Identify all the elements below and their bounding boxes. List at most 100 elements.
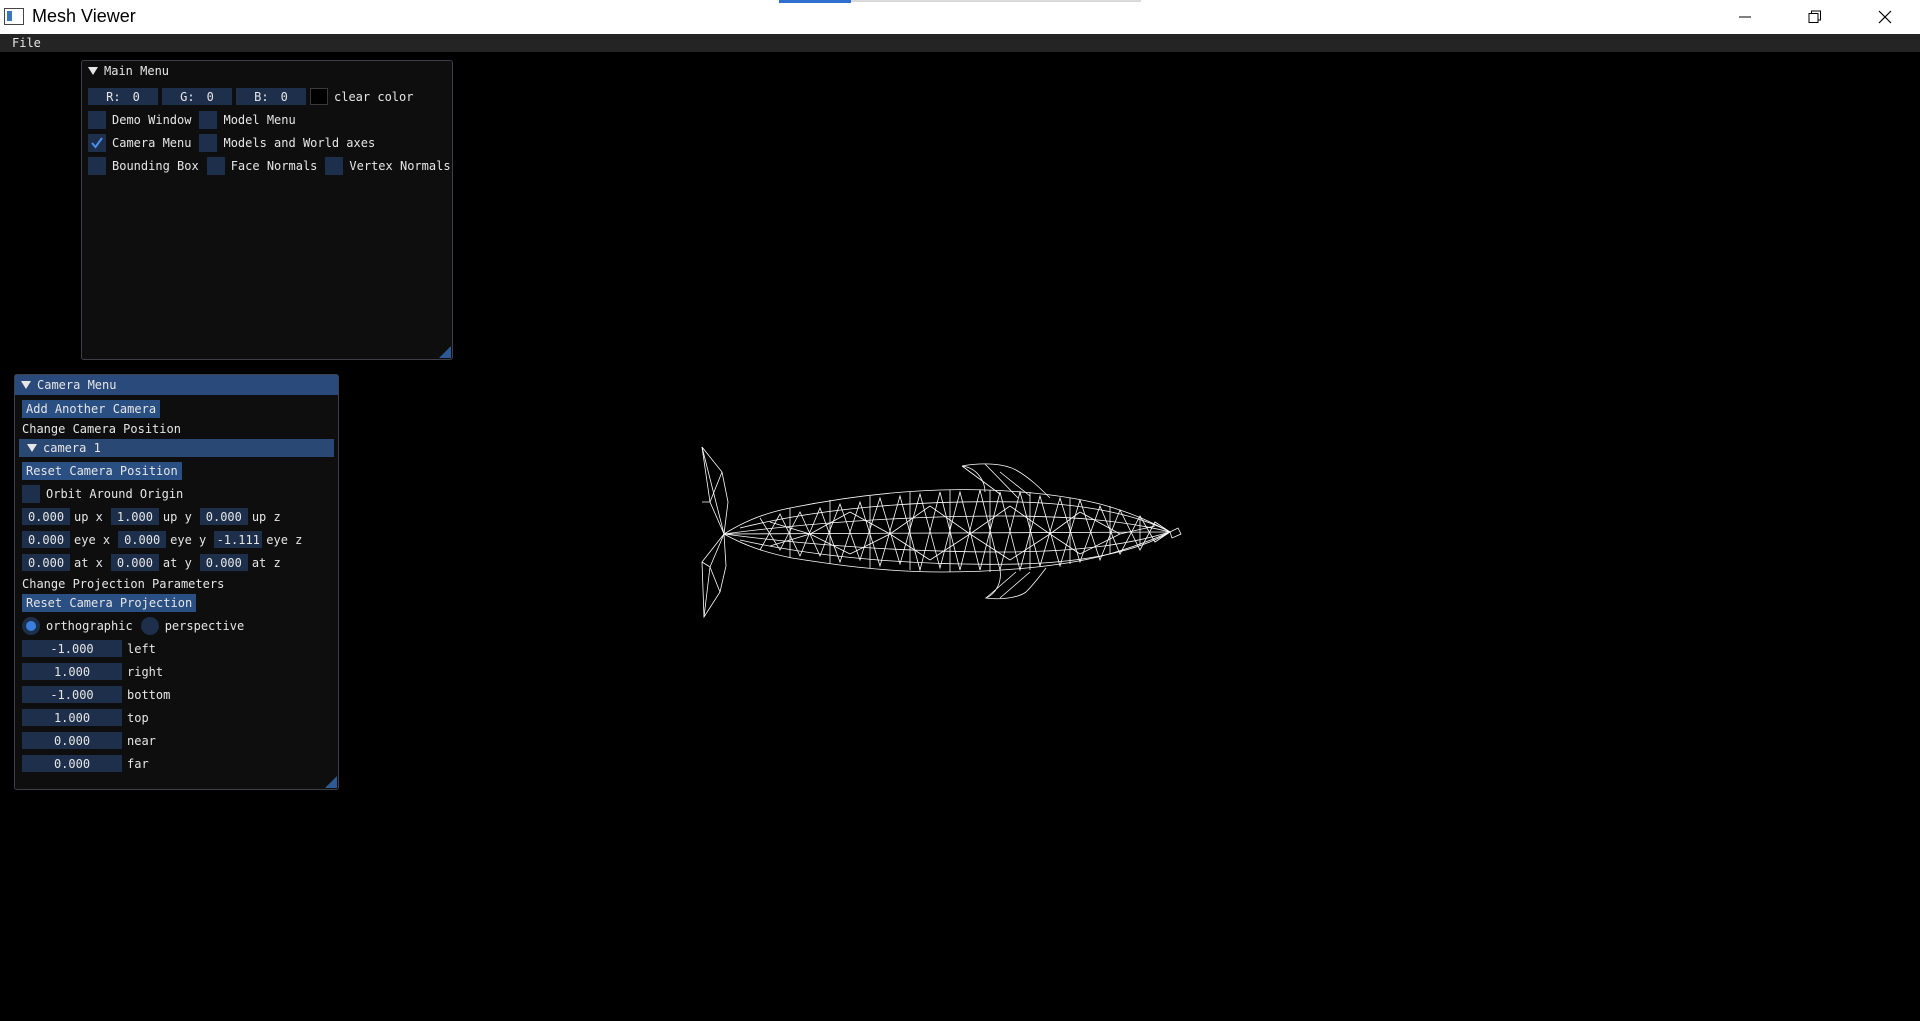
main-menu-resize-grip[interactable]	[439, 346, 451, 358]
left-field[interactable]: -1.000	[22, 640, 122, 657]
vertex-normals-checkbox[interactable]	[325, 156, 344, 175]
eye-x-field[interactable]: 0.000	[22, 531, 70, 548]
change-position-row: Change Camera Position	[22, 419, 189, 438]
color-b-label: B:	[254, 89, 269, 104]
orthographic-radio[interactable]	[22, 616, 40, 635]
clear-color-swatch[interactable]	[310, 88, 328, 105]
far-field[interactable]: 0.000	[22, 755, 122, 772]
near-field[interactable]: 0.000	[22, 732, 122, 749]
demo-window-checkbox[interactable]	[88, 110, 106, 129]
up-vector-row: 0.000 up x 1.000 up y 0.000 up z	[22, 507, 289, 526]
camera-menu-label: Camera Menu	[112, 135, 192, 150]
bottom-row: -1.000 bottom	[22, 685, 178, 704]
bounding-box-checkbox[interactable]	[88, 156, 106, 175]
eye-vector-row: 0.000 eye x 0.000 eye y -1.111 eye z	[22, 530, 310, 549]
orbit-row: Orbit Around Origin	[22, 484, 191, 503]
clear-color-label: clear color	[334, 89, 414, 104]
title-bar: Mesh Viewer	[0, 0, 1920, 34]
color-b-field[interactable]: B: 0	[236, 88, 306, 105]
up-z-field[interactable]: 0.000	[199, 508, 248, 525]
add-camera-button[interactable]: Add Another Camera	[22, 399, 161, 418]
camera-1-tree-node[interactable]: camera 1	[19, 439, 334, 457]
collapse-arrow-icon[interactable]	[88, 67, 98, 75]
face-normals-label: Face Normals	[230, 158, 318, 173]
demo-window-label: Demo Window	[112, 112, 192, 127]
camera-menu-resize-grip[interactable]	[325, 776, 337, 788]
color-g-field[interactable]: G: 0	[162, 88, 232, 105]
at-z-field[interactable]: 0.000	[199, 554, 248, 571]
dolphin-mesh	[701, 446, 1182, 619]
vertex-normals-label: Vertex Normals	[349, 158, 451, 173]
main-menu-header[interactable]: Main Menu	[82, 61, 452, 81]
model-menu-checkbox[interactable]	[199, 110, 218, 129]
app-icon	[4, 8, 24, 25]
checkbox-row-1: Demo Window Model Menu	[88, 110, 304, 129]
camera-menu-title: Camera Menu	[37, 378, 117, 392]
minimize-button[interactable]	[1710, 0, 1780, 34]
color-g-label: G:	[180, 89, 195, 104]
menu-file[interactable]: File	[12, 36, 41, 50]
color-r-field[interactable]: R: 0	[88, 88, 158, 105]
at-x-label: at x	[74, 555, 103, 570]
close-button[interactable]	[1850, 0, 1920, 34]
top-label: top	[127, 710, 149, 725]
at-x-field[interactable]: 0.000	[22, 554, 70, 571]
models-world-axes-label: Models and World axes	[223, 135, 376, 150]
close-icon	[1878, 10, 1892, 24]
far-label: far	[127, 756, 149, 771]
perspective-label: perspective	[164, 618, 245, 633]
eye-x-label: eye x	[74, 532, 111, 547]
reset-camera-position-button[interactable]: Reset Camera Position	[22, 461, 182, 480]
right-field[interactable]: 1.000	[22, 663, 122, 680]
projection-label-row: Change Projection Parameters	[22, 574, 232, 593]
up-y-label: up y	[162, 509, 192, 524]
perspective-radio[interactable]	[140, 616, 159, 635]
camera-1-label: camera 1	[43, 441, 101, 455]
change-projection-label: Change Projection Parameters	[22, 576, 225, 591]
near-label: near	[127, 733, 156, 748]
up-x-field[interactable]: 0.000	[22, 508, 70, 525]
at-y-label: at y	[162, 555, 192, 570]
up-x-label: up x	[74, 509, 103, 524]
top-field[interactable]: 1.000	[22, 709, 122, 726]
orbit-checkbox[interactable]	[22, 484, 40, 503]
eye-z-field[interactable]: -1.111	[214, 531, 263, 548]
change-position-label: Change Camera Position	[22, 421, 181, 436]
checkbox-row-2: Camera Menu Models and World axes	[88, 133, 383, 152]
model-menu-label: Model Menu	[223, 112, 296, 127]
left-label: left	[127, 641, 156, 656]
color-r-label: R:	[106, 89, 121, 104]
eye-y-label: eye y	[170, 532, 207, 547]
color-b-value: 0	[280, 89, 288, 104]
clear-color-row: R: 0 G: 0 B: 0 clear color	[88, 87, 421, 106]
camera-menu-checkbox[interactable]	[88, 133, 106, 152]
title-progress-indicator	[779, 0, 851, 3]
restore-button[interactable]	[1780, 0, 1850, 34]
menu-bar: File	[0, 34, 1920, 52]
orbit-label: Orbit Around Origin	[46, 486, 184, 501]
tree-arrow-icon	[27, 444, 37, 452]
bottom-label: bottom	[127, 687, 171, 702]
bounding-box-label: Bounding Box	[112, 158, 199, 173]
top-row: 1.000 top	[22, 708, 157, 727]
models-world-axes-checkbox[interactable]	[199, 133, 218, 152]
main-menu-window: Main Menu R: 0 G: 0 B: 0 clear color Demo W…	[81, 60, 453, 360]
camera-menu-header[interactable]: Camera Menu	[15, 375, 338, 395]
up-y-field[interactable]: 1.000	[110, 508, 159, 525]
restore-icon	[1808, 10, 1821, 23]
minimize-icon	[1739, 16, 1751, 18]
checkmark-icon	[91, 136, 103, 149]
eye-y-field[interactable]: 0.000	[118, 531, 167, 548]
left-row: -1.000 left	[22, 639, 164, 658]
reset-camera-projection-button[interactable]: Reset Camera Projection	[22, 593, 197, 612]
at-y-field[interactable]: 0.000	[110, 554, 159, 571]
up-z-label: up z	[251, 509, 281, 524]
at-z-label: at z	[251, 555, 281, 570]
color-g-value: 0	[206, 89, 214, 104]
face-normals-checkbox[interactable]	[206, 156, 225, 175]
eye-z-label: eye z	[266, 532, 303, 547]
right-label: right	[127, 664, 164, 679]
bottom-field[interactable]: -1.000	[22, 686, 122, 703]
collapse-arrow-icon[interactable]	[21, 381, 31, 389]
reset-position-row: Reset Camera Position	[22, 461, 182, 480]
